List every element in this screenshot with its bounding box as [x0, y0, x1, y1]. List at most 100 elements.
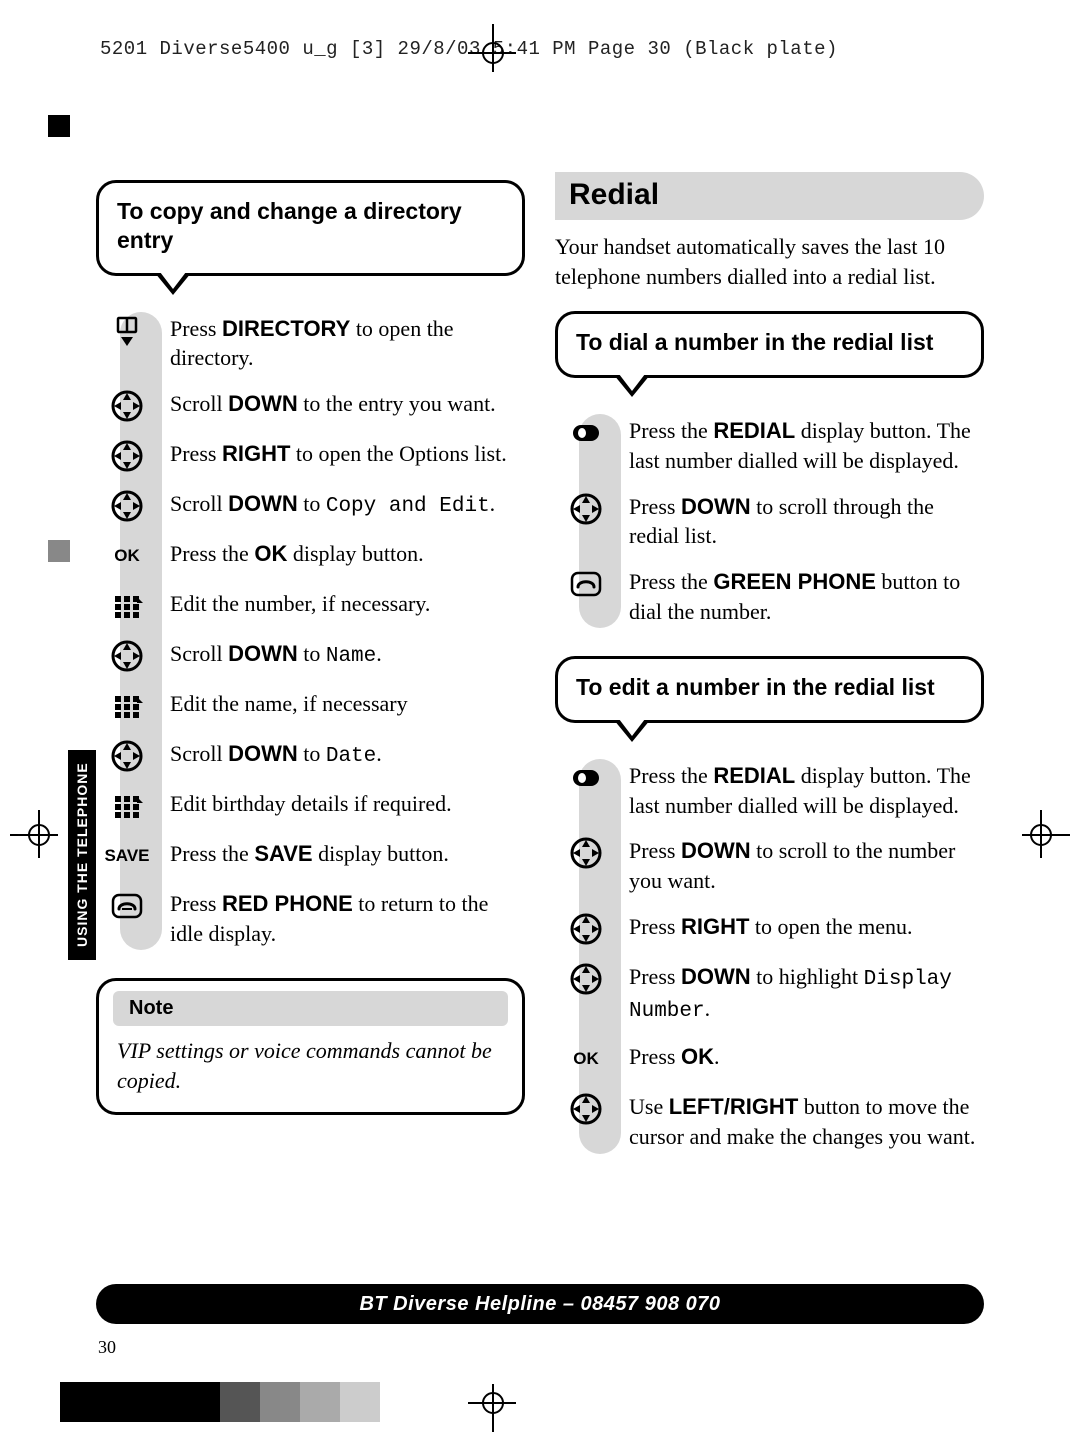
- step-text: Press the OK display button.: [170, 539, 525, 569]
- nav-pad-icon: [561, 836, 611, 870]
- step-text: Press RED PHONE to return to the idle di…: [170, 889, 525, 948]
- note-heading: Note: [113, 991, 508, 1026]
- swatch: [340, 1382, 380, 1422]
- nav-pad-icon: [569, 836, 603, 870]
- keypad-icon: [102, 789, 152, 823]
- step-row: OK Press the OK display button.: [102, 531, 525, 581]
- keypad-icon: [110, 689, 144, 723]
- step-row: Press RED PHONE to return to the idle di…: [102, 881, 525, 956]
- softkey-icon: [561, 416, 611, 450]
- book-down-icon: [102, 314, 152, 348]
- callout-dial: To dial a number in the redial list: [555, 311, 984, 378]
- nav-pad-icon: [110, 739, 144, 773]
- step-row: Edit the number, if necessary.: [102, 581, 525, 631]
- callout-title: To dial a number in the redial list: [576, 328, 963, 357]
- nav-pad-icon: [110, 389, 144, 423]
- left-column: To copy and change a directory entry Pre…: [96, 120, 525, 1160]
- softkey-icon: [561, 761, 611, 795]
- ok-key-label: OK: [573, 1049, 599, 1069]
- step-text: Press the SAVE display button.: [170, 839, 525, 869]
- note-body: VIP settings or voice commands cannot be…: [99, 1036, 522, 1095]
- step-text: Press the REDIAL display button. The las…: [629, 416, 984, 475]
- section-tab: USING THE TELEPHONE: [68, 750, 96, 960]
- nav-pad-icon: [102, 389, 152, 423]
- softkey-icon: [569, 761, 603, 795]
- step-row: Press the GREEN PHONE button to dial the…: [561, 559, 984, 634]
- step-row: Edit the name, if necessary: [102, 681, 525, 731]
- ok: OK: [102, 539, 152, 573]
- step-text: Scroll DOWN to Copy and Edit.: [170, 489, 525, 521]
- nav-pad-icon: [102, 639, 152, 673]
- step-row: SAVE Press the SAVE display button.: [102, 831, 525, 881]
- nav-pad-icon: [110, 439, 144, 473]
- nav-pad-icon: [110, 639, 144, 673]
- nav-pad-icon: [569, 912, 603, 946]
- nav-pad-icon: [569, 962, 603, 996]
- ok-key-label: OK: [114, 546, 140, 566]
- note-box: Note VIP settings or voice commands cann…: [96, 978, 525, 1114]
- step-row: Scroll DOWN to Date.: [102, 731, 525, 781]
- step-row: OK Press OK.: [561, 1034, 984, 1084]
- step-text: Press DIRECTORY to open the directory.: [170, 314, 525, 373]
- nav-pad-icon: [102, 489, 152, 523]
- steps-copy-entry: Press DIRECTORY to open the directory. Sc…: [102, 306, 525, 957]
- step-text: Press DOWN to scroll through the redial …: [629, 492, 984, 551]
- step-row: Use LEFT/RIGHT button to move the cursor…: [561, 1084, 984, 1159]
- swatch: [100, 1382, 140, 1422]
- nav-pad-icon: [561, 492, 611, 526]
- softkey-icon: [569, 416, 603, 450]
- step-text: Press the REDIAL display button. The las…: [629, 761, 984, 820]
- step-text: Edit the number, if necessary.: [170, 589, 525, 619]
- green-phone-icon: [561, 567, 611, 601]
- step-text: Press RIGHT to open the menu.: [629, 912, 984, 942]
- step-row: Press DIRECTORY to open the directory.: [102, 306, 525, 381]
- callout-title: To copy and change a directory entry: [117, 197, 504, 255]
- nav-pad-icon: [102, 739, 152, 773]
- step-row: Scroll DOWN to Name.: [102, 631, 525, 681]
- keypad-icon: [110, 789, 144, 823]
- save-key-label: SAVE: [104, 846, 149, 866]
- green-phone-icon: [569, 567, 603, 601]
- step-text: Press DOWN to scroll to the number you w…: [629, 836, 984, 895]
- step-row: Press RIGHT to open the Options list.: [102, 431, 525, 481]
- red-phone-icon: [110, 889, 144, 923]
- step-row: Press DOWN to scroll to the number you w…: [561, 828, 984, 903]
- page-content: USING THE TELEPHONE To copy and change a…: [96, 120, 984, 1366]
- keypad-icon: [110, 589, 144, 623]
- step-text: Press RIGHT to open the Options list.: [170, 439, 525, 469]
- nav-pad-icon: [561, 962, 611, 996]
- step-text: Edit birthday details if required.: [170, 789, 525, 819]
- step-text: Edit the name, if necessary: [170, 689, 525, 719]
- book-down-icon: [110, 314, 144, 348]
- step-row: Press RIGHT to open the menu.: [561, 904, 984, 954]
- step-text: Scroll DOWN to Name.: [170, 639, 525, 671]
- redial-intro: Your handset automatically saves the las…: [555, 232, 984, 291]
- page-number: 30: [98, 1337, 116, 1358]
- section-heading-redial: Redial: [555, 172, 984, 220]
- swatch: [260, 1382, 300, 1422]
- step-row: Press the REDIAL display button. The las…: [561, 408, 984, 483]
- steps-dial: Press the REDIAL display button. The las…: [561, 408, 984, 634]
- step-row: Scroll DOWN to the entry you want.: [102, 381, 525, 431]
- nav-pad-icon: [561, 912, 611, 946]
- nav-pad-icon: [102, 439, 152, 473]
- red-phone-icon: [102, 889, 152, 923]
- step-text: Scroll DOWN to Date.: [170, 739, 525, 771]
- nav-pad-icon: [561, 1092, 611, 1126]
- step-row: Press DOWN to highlight Display Number.: [561, 954, 984, 1035]
- save: SAVE: [102, 839, 152, 873]
- right-column: Redial Your handset automatically saves …: [555, 120, 984, 1160]
- callout-title: To edit a number in the redial list: [576, 673, 963, 702]
- step-text: Press OK.: [629, 1042, 984, 1072]
- step-text: Press the GREEN PHONE button to dial the…: [629, 567, 984, 626]
- color-patch: [48, 540, 70, 562]
- color-swatches: [60, 1382, 380, 1422]
- steps-edit: Press the REDIAL display button. The las…: [561, 753, 984, 1160]
- helpline-footer: BT Diverse Helpline – 08457 908 070: [96, 1284, 984, 1324]
- step-text: Press DOWN to highlight Display Number.: [629, 962, 984, 1027]
- step-text: Scroll DOWN to the entry you want.: [170, 389, 525, 419]
- registration-mark-right: [1022, 820, 1070, 850]
- swatch: [300, 1382, 340, 1422]
- registration-mark-bottom: [478, 1384, 508, 1432]
- step-row: Edit birthday details if required.: [102, 781, 525, 831]
